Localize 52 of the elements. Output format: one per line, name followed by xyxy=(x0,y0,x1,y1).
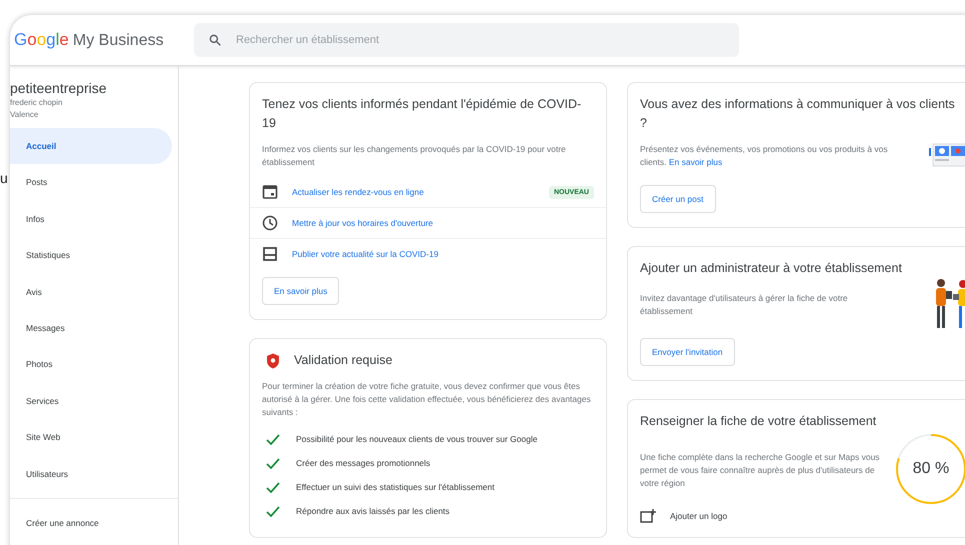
benefit-text: Créer des messages promotionnels xyxy=(296,458,430,468)
post-icon xyxy=(262,246,278,262)
sidebar-item[interactable]: Photos xyxy=(10,346,172,383)
business-address: Valence xyxy=(10,109,40,120)
card-title: Validation requise xyxy=(294,352,392,369)
sidebar-item[interactable]: Site Web xyxy=(10,419,172,456)
check-icon xyxy=(266,458,280,468)
business-address: frederic chopin xyxy=(10,97,64,108)
card-description: Pour terminer la création de votre fiche gratuite, vous devez confirmer que vous êtes autorisé à la gérer. Une fois cette validation effectuée, vous bénéficierez des avantages suivants : xyxy=(262,380,592,419)
sidebar-item[interactable]: Avis xyxy=(10,274,172,310)
business-name: petiteentreprise xyxy=(10,80,108,96)
card-description: Une fiche complète dans la recherche Google et sur Maps vous permet de vous faire connaître auprès de plus d'utilisateurs de votre région xyxy=(640,450,881,490)
search-icon xyxy=(208,33,222,47)
create-post-button[interactable]: Créer un post xyxy=(640,185,716,213)
card-title: Vous avez des informations à communiquer à vos clients ? xyxy=(640,96,955,132)
action-link[interactable]: Actualiser les rendez-vous en ligne xyxy=(292,187,424,197)
stray-letter: u xyxy=(0,170,8,186)
sidebar-item[interactable]: Services xyxy=(10,382,172,420)
shield-icon xyxy=(266,352,280,368)
clock-icon xyxy=(262,215,278,231)
send-invitation-button[interactable]: Envoyer l'invitation xyxy=(640,338,735,366)
check-icon xyxy=(266,434,280,444)
sidebar-item[interactable]: Posts xyxy=(10,164,172,201)
calendar-icon xyxy=(262,184,278,200)
progress-reading: 80 % xyxy=(912,460,950,478)
learn-more-button[interactable]: En savoir plus xyxy=(262,277,340,305)
sidebar-item[interactable]: Créer une annonce xyxy=(10,504,172,542)
sidebar-item[interactable]: Utilisateurs xyxy=(10,456,172,492)
sidebar-item[interactable]: Messages xyxy=(10,310,172,346)
action-link[interactable]: Mettre à jour vos horaires d'ouverture xyxy=(292,218,433,228)
sidebar-item[interactable]: Statistiques xyxy=(10,237,172,274)
card-description: Invitez davantage d'utilisateurs à gérer la fiche de votre établissement xyxy=(640,292,849,318)
card-title: Renseigner la fiche de votre établissement xyxy=(640,413,878,430)
card-description: Présentez vos événements, vos promotions ou vos produits à vos clients. En savoir plus xyxy=(640,143,889,169)
card-description: Informez vos clients sur les changements provoqués par la COVID-19 pour votre établissement xyxy=(262,143,567,169)
check-icon xyxy=(266,506,280,516)
sidebar-item[interactable]: Accueil xyxy=(10,128,172,164)
add-image-icon xyxy=(640,509,656,523)
add-logo-link[interactable]: Ajouter un logo xyxy=(670,511,728,521)
card-title: Tenez vos clients informés pendant l'épidémie de COVID-19 xyxy=(262,96,582,132)
benefit-text: Répondre aux avis laissés par les clients xyxy=(296,506,450,516)
benefit-text: Effectuer un suivi des statistiques sur l'établissement xyxy=(296,482,494,492)
logo-text: Google xyxy=(14,30,69,50)
people-drawing xyxy=(933,278,965,330)
search-field[interactable]: Rechercher un établissement xyxy=(194,23,739,57)
action-link[interactable]: Publier votre actualité sur la COVID-19 xyxy=(292,249,438,259)
check-icon xyxy=(266,482,280,492)
benefit-text: Possibilité pour les nouveaux clients de vous trouver sur Google xyxy=(296,434,538,444)
product-name: My Business xyxy=(72,32,164,50)
sidebar-item[interactable]: Infos xyxy=(10,200,172,238)
learn-more-link[interactable]: En savoir plus xyxy=(668,157,722,167)
card-title: Ajouter un administrateur à votre établissement xyxy=(640,260,903,277)
